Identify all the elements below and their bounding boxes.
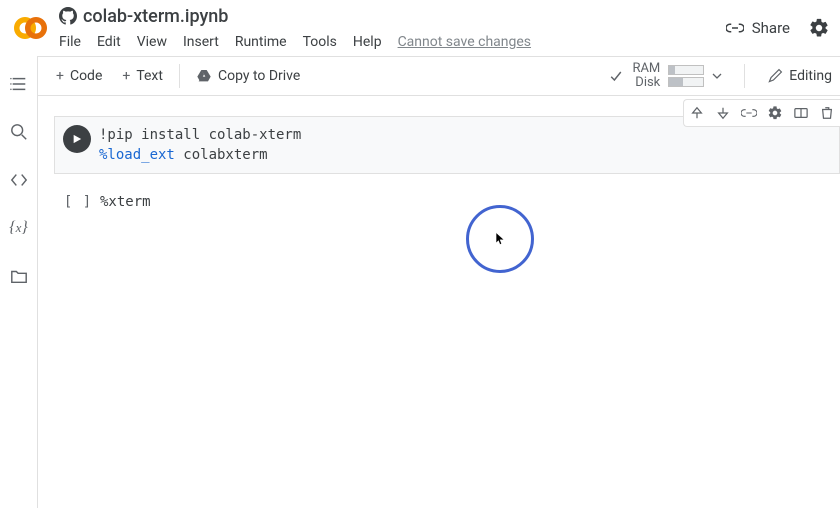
variables-icon[interactable]: {x} xyxy=(9,218,29,238)
magic-token: %load_ext xyxy=(99,147,175,163)
colab-logo xyxy=(14,16,47,40)
add-code-button[interactable]: + Code xyxy=(46,64,112,88)
menu-tools[interactable]: Tools xyxy=(295,32,345,52)
idle-gutter[interactable]: [ ] xyxy=(56,192,100,212)
drive-icon xyxy=(196,68,212,84)
editing-mode-label: Editing xyxy=(789,68,832,84)
copy-drive-label: Copy to Drive xyxy=(218,68,300,84)
magic-arg: colabxterm xyxy=(175,147,268,163)
chevron-down-icon xyxy=(712,73,722,79)
notebook-filename[interactable]: colab-xterm.ipynb xyxy=(83,6,228,27)
add-code-label: Code xyxy=(70,68,102,84)
cell-toolbar xyxy=(683,99,840,127)
ram-disk-bars xyxy=(668,65,704,87)
toolbar-divider xyxy=(179,64,180,88)
delete-cell-icon[interactable] xyxy=(818,104,836,122)
menu-file[interactable]: File xyxy=(59,32,89,52)
run-gutter xyxy=(55,125,99,165)
toolbar-divider xyxy=(744,64,745,88)
share-label: Share xyxy=(752,19,790,37)
share-button[interactable]: Share xyxy=(726,19,790,37)
cursor-highlight-ring xyxy=(466,205,534,273)
disk-bar xyxy=(668,77,704,87)
link-icon xyxy=(726,23,744,33)
idle-bracket: [ ] xyxy=(64,192,92,212)
check-icon xyxy=(608,68,624,84)
menu-view[interactable]: View xyxy=(129,32,175,52)
settings-gear-icon[interactable] xyxy=(808,17,830,39)
disk-label: Disk xyxy=(632,76,660,90)
cursor-icon xyxy=(495,232,505,246)
title-line: colab-xterm.ipynb xyxy=(59,3,539,29)
cell-code[interactable]: %xterm xyxy=(100,192,830,212)
run-cell-button[interactable] xyxy=(63,125,91,153)
toolbar-right: RAM Disk Editing xyxy=(608,62,832,90)
cannot-save-msg: Cannot save changes xyxy=(390,32,539,52)
code-line: !pip install colab-xterm xyxy=(99,127,301,143)
add-text-button[interactable]: + Text xyxy=(112,64,173,88)
pencil-icon xyxy=(767,68,783,84)
menu-runtime[interactable]: Runtime xyxy=(227,32,295,52)
plus-icon: + xyxy=(56,68,64,84)
plus-icon: + xyxy=(122,68,130,84)
ram-disk-labels: RAM Disk xyxy=(632,62,660,90)
notebook-area: !pip install colab-xterm %load_ext colab… xyxy=(38,96,840,508)
toolbar: + Code + Text Copy to Drive RAM Disk Edi… xyxy=(38,56,840,96)
code-cell[interactable]: [ ] %xterm xyxy=(56,192,830,212)
menu-bar: File Edit View Insert Runtime Tools Help… xyxy=(59,31,539,53)
header-bar: colab-xterm.ipynb File Edit View Insert … xyxy=(0,0,840,56)
move-cell-down-icon[interactable] xyxy=(714,104,732,122)
resource-button[interactable]: RAM Disk xyxy=(608,62,722,90)
left-rail: {x} xyxy=(0,56,38,508)
search-icon[interactable] xyxy=(9,122,29,142)
colab-logo-svg xyxy=(14,17,47,39)
cell-settings-icon[interactable] xyxy=(766,104,784,122)
menu-help[interactable]: Help xyxy=(345,32,390,52)
mirror-cell-icon[interactable] xyxy=(792,104,810,122)
ram-fill xyxy=(669,66,675,74)
ram-bar xyxy=(668,65,704,75)
disk-fill xyxy=(669,78,683,86)
cell-code[interactable]: !pip install colab-xterm %load_ext colab… xyxy=(99,125,839,165)
menu-edit[interactable]: Edit xyxy=(89,32,129,52)
menu-insert[interactable]: Insert xyxy=(175,32,227,52)
files-icon[interactable] xyxy=(9,266,29,286)
add-text-label: Text xyxy=(136,68,163,84)
github-icon xyxy=(59,7,77,25)
code-snippets-icon[interactable] xyxy=(9,170,29,190)
copy-to-drive-button[interactable]: Copy to Drive xyxy=(186,64,310,88)
table-of-contents-icon[interactable] xyxy=(9,74,29,94)
link-cell-icon[interactable] xyxy=(740,104,758,122)
code-line: %xterm xyxy=(100,194,151,210)
play-icon xyxy=(72,134,82,144)
move-cell-up-icon[interactable] xyxy=(688,104,706,122)
header-right: Share xyxy=(726,17,840,39)
title-area: colab-xterm.ipynb File Edit View Insert … xyxy=(59,3,539,53)
ram-label: RAM xyxy=(632,62,660,76)
editing-mode-button[interactable]: Editing xyxy=(767,68,832,84)
